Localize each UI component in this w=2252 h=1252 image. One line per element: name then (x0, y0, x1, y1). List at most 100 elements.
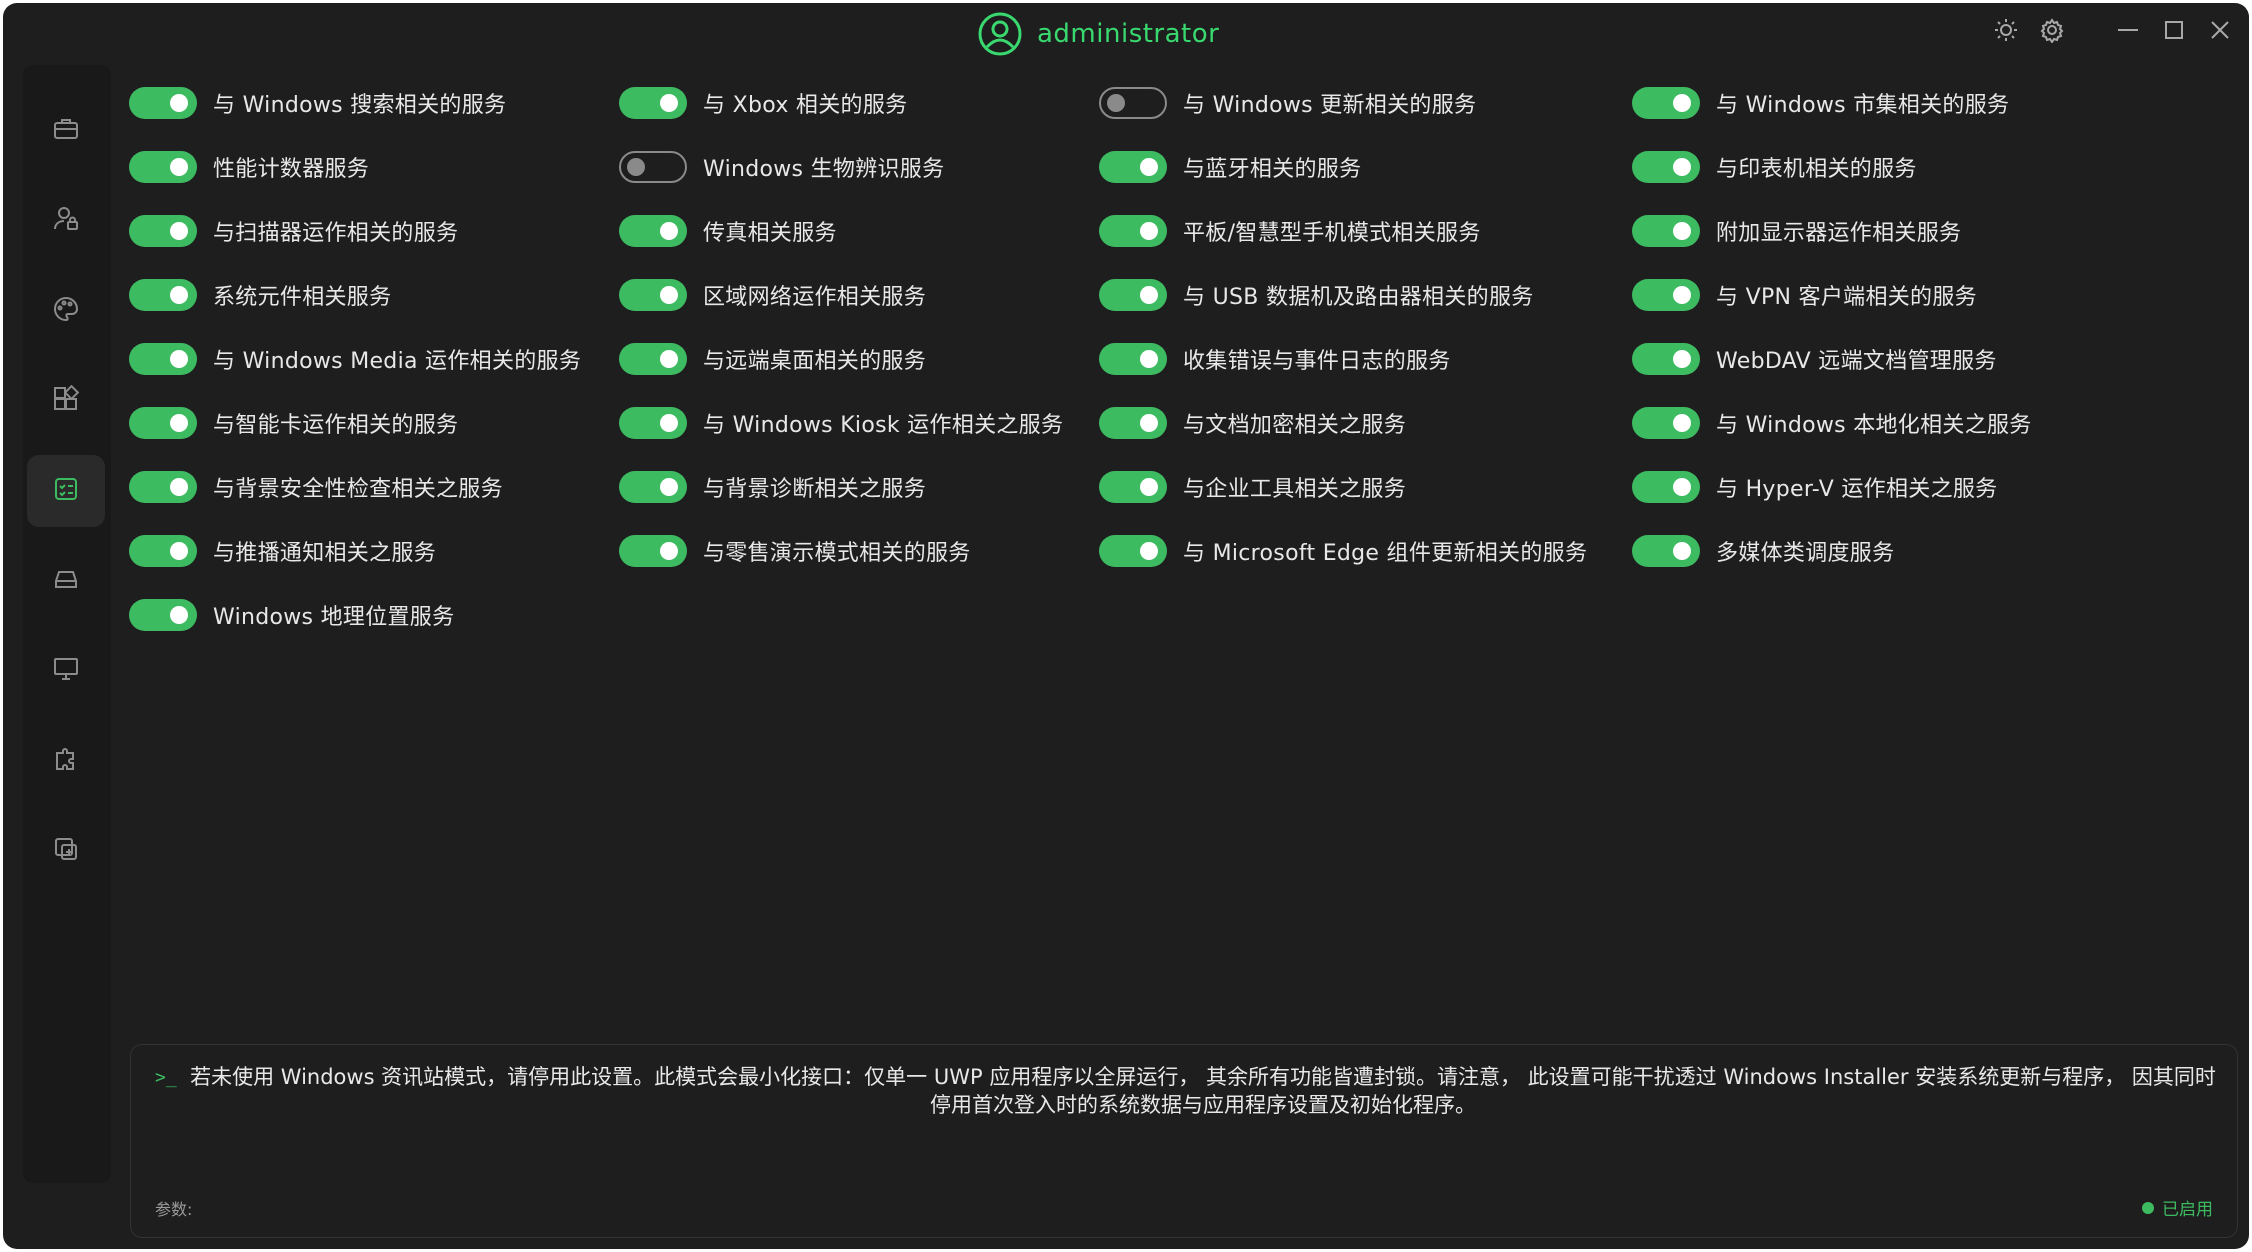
service-toggle-row[interactable]: 与推播通知相关之服务 (129, 527, 436, 575)
toggle-switch[interactable] (619, 343, 687, 375)
toggle-switch[interactable] (1632, 471, 1700, 503)
minimize-icon[interactable] (2113, 15, 2143, 45)
toggle-switch[interactable] (1099, 343, 1167, 375)
toggle-switch[interactable] (1099, 535, 1167, 567)
theme-icon[interactable] (1991, 15, 2021, 45)
toggle-knob (1140, 414, 1158, 432)
maximize-icon[interactable] (2159, 15, 2189, 45)
toggle-knob (1107, 94, 1125, 112)
service-toggle-row[interactable]: 与 VPN 客户端相关的服务 (1632, 271, 1977, 319)
service-toggle-row[interactable]: Windows 生物辨识服务 (619, 143, 944, 191)
toggle-switch[interactable] (129, 599, 197, 631)
sidebar-item-services[interactable] (27, 455, 105, 527)
service-toggle-row[interactable]: 区域网络运作相关服务 (619, 271, 926, 319)
toggle-switch[interactable] (1632, 279, 1700, 311)
toggle-knob (170, 478, 188, 496)
sidebar-item-advanced[interactable] (27, 725, 105, 797)
service-toggle-row[interactable]: 与 Hyper-V 运作相关之服务 (1632, 463, 1998, 511)
toggle-knob (170, 350, 188, 368)
service-toggle-row[interactable]: 与印表机相关的服务 (1632, 143, 1917, 191)
toggle-knob (660, 94, 678, 112)
service-label: 性能计数器服务 (213, 157, 370, 182)
service-toggle-row[interactable]: 与零售演示模式相关的服务 (619, 527, 971, 575)
toggle-switch[interactable] (129, 151, 197, 183)
toggle-switch[interactable] (1099, 279, 1167, 311)
toggle-switch[interactable] (129, 279, 197, 311)
settings-icon[interactable] (2037, 15, 2067, 45)
toggle-switch[interactable] (129, 471, 197, 503)
service-toggle-row[interactable]: 附加显示器运作相关服务 (1632, 207, 1961, 255)
service-toggle-row[interactable]: 与 Windows 搜索相关的服务 (129, 79, 506, 127)
toggle-switch[interactable] (619, 471, 687, 503)
service-toggle-row[interactable]: 与企业工具相关之服务 (1099, 463, 1406, 511)
service-toggle-row[interactable]: 与文档加密相关之服务 (1099, 399, 1406, 447)
service-toggle-row[interactable]: 与 Windows 市集相关的服务 (1632, 79, 2009, 127)
toggle-switch[interactable] (619, 279, 687, 311)
toggle-switch[interactable] (1099, 407, 1167, 439)
toggle-switch[interactable] (1632, 87, 1700, 119)
toggle-switch[interactable] (1632, 407, 1700, 439)
service-toggle-row[interactable]: 性能计数器服务 (129, 143, 369, 191)
toggle-switch[interactable] (1099, 151, 1167, 183)
service-toggle-row[interactable]: WebDAV 远端文档管理服务 (1632, 335, 1997, 383)
service-toggle-row[interactable]: 与 Xbox 相关的服务 (619, 79, 907, 127)
toggle-switch[interactable] (1632, 535, 1700, 567)
sidebar-item-appearance[interactable] (27, 275, 105, 347)
service-toggle-row[interactable]: 与 Windows 更新相关的服务 (1099, 79, 1476, 127)
toggle-switch[interactable] (619, 215, 687, 247)
sidebar-item-storage[interactable] (27, 545, 105, 617)
toggle-switch[interactable] (1632, 215, 1700, 247)
toggle-switch[interactable] (1099, 87, 1167, 119)
parameter-label: 参数: (155, 1200, 193, 1219)
app-window: administrator 与 Windows 搜索相关的服务 性能计数器服务 … (3, 3, 2249, 1249)
toggle-switch[interactable] (129, 215, 197, 247)
service-toggle-row[interactable]: 与智能卡运作相关的服务 (129, 399, 458, 447)
service-label: 收集错误与事件日志的服务 (1183, 349, 1451, 374)
toggle-switch[interactable] (619, 151, 687, 183)
service-toggle-row[interactable]: 与扫描器运作相关的服务 (129, 207, 458, 255)
toggle-switch[interactable] (129, 87, 197, 119)
service-toggle-row[interactable]: 与 Windows Media 运作相关的服务 (129, 335, 581, 383)
sidebar-item-apps[interactable] (27, 365, 105, 437)
toggle-switch[interactable] (1099, 215, 1167, 247)
toggle-knob (660, 478, 678, 496)
service-toggle-row[interactable]: 与蓝牙相关的服务 (1099, 143, 1361, 191)
service-toggle-row[interactable]: 系统元件相关服务 (129, 271, 391, 319)
toggle-switch[interactable] (1632, 151, 1700, 183)
toggle-switch[interactable] (1099, 471, 1167, 503)
toggle-knob (1673, 542, 1691, 560)
toggle-switch[interactable] (129, 407, 197, 439)
service-label: 与推播通知相关之服务 (213, 541, 437, 566)
service-toggle-row[interactable]: 与背景诊断相关之服务 (619, 463, 926, 511)
toggle-switch[interactable] (619, 535, 687, 567)
toggle-switch[interactable] (1632, 343, 1700, 375)
toggle-switch[interactable] (129, 535, 197, 567)
toggle-switch[interactable] (619, 87, 687, 119)
service-toggle-row[interactable]: 与 Microsoft Edge 组件更新相关的服务 (1099, 527, 1587, 575)
service-toggle-row[interactable]: 与 Windows Kiosk 运作相关之服务 (619, 399, 1063, 447)
sidebar-item-toolbox[interactable] (27, 95, 105, 167)
service-label: 与 Windows Kiosk 运作相关之服务 (703, 413, 1064, 438)
service-toggle-row[interactable]: 与背景安全性检查相关之服务 (129, 463, 503, 511)
service-toggle-row[interactable]: Windows 地理位置服务 (129, 591, 454, 639)
service-toggle-row[interactable]: 平板/智慧型手机模式相关服务 (1099, 207, 1481, 255)
toggle-switch[interactable] (129, 343, 197, 375)
sidebar-item-account[interactable] (27, 185, 105, 257)
service-toggle-row[interactable]: 与 Windows 本地化相关之服务 (1632, 399, 2032, 447)
service-label: 与远端桌面相关的服务 (703, 349, 927, 374)
toggle-knob (1140, 350, 1158, 368)
service-toggle-row[interactable]: 与远端桌面相关的服务 (619, 335, 926, 383)
user-block[interactable]: administrator (977, 10, 1219, 58)
service-toggle-row[interactable]: 多媒体类调度服务 (1632, 527, 1894, 575)
service-label: 系统元件相关服务 (213, 285, 392, 310)
apps-icon (52, 384, 80, 417)
toggle-switch[interactable] (619, 407, 687, 439)
sidebar-item-display[interactable] (27, 635, 105, 707)
close-icon[interactable] (2205, 15, 2235, 45)
service-toggle-row[interactable]: 与 USB 数据机及路由器相关的服务 (1099, 271, 1534, 319)
user-name: administrator (1037, 19, 1220, 49)
service-toggle-row[interactable]: 传真相关服务 (619, 207, 837, 255)
toggle-knob (660, 222, 678, 240)
sidebar-item-backup[interactable] (27, 815, 105, 887)
service-toggle-row[interactable]: 收集错误与事件日志的服务 (1099, 335, 1451, 383)
